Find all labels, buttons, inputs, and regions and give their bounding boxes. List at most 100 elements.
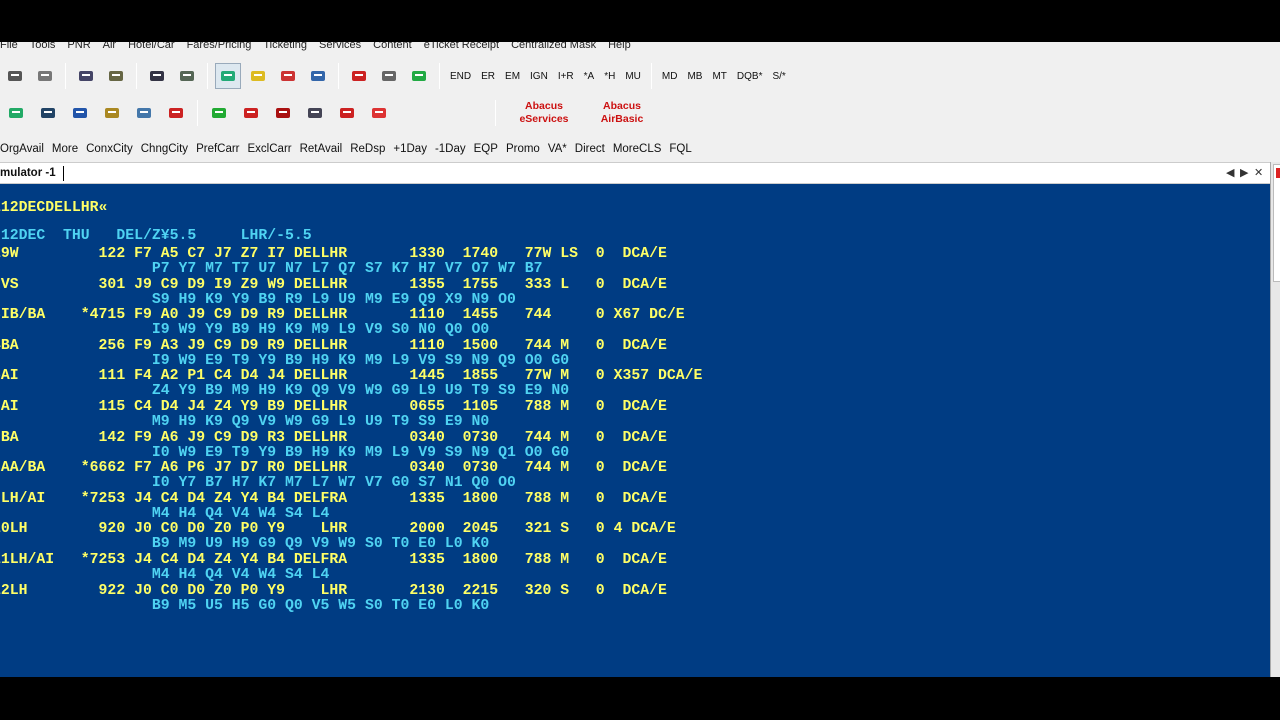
tab-prev-icon[interactable]: ◀ [1226, 166, 1234, 179]
quick-more[interactable]: More [48, 143, 82, 155]
tab-next-icon[interactable]: ▶ [1240, 166, 1248, 179]
puzzle-icon[interactable] [365, 99, 393, 127]
tab-close-icon[interactable]: ✕ [1254, 166, 1263, 179]
terminal-screen[interactable]: 112DECDELLHR« 12DEC THU DEL/Z¥5.5 LHR/-5… [0, 184, 1270, 677]
command-button[interactable]: IGN [525, 71, 553, 82]
flight-row: 19W 122 F7 A5 C7 J7 Z7 I7 DELLHR 1330 17… [0, 246, 667, 262]
command-button[interactable]: MU [620, 71, 646, 82]
link-line2: AirBasic [600, 113, 644, 125]
copy-icon[interactable] [73, 63, 99, 89]
terminal-icon[interactable] [34, 99, 62, 127]
menu-item[interactable]: Ticketing [257, 42, 313, 62]
command-button[interactable]: MT [707, 71, 731, 82]
quick--1day[interactable]: +1Day [389, 143, 431, 155]
toolbar-separator [439, 63, 440, 89]
command-button[interactable]: MD [657, 71, 683, 82]
flight-row: 5AI 111 F4 A2 P1 C4 D4 J4 DELLHR 1445 18… [0, 368, 703, 385]
flight-row: 12LH 922 J0 C0 D0 Z0 P0 Y9 LHR 2130 2215… [0, 582, 667, 599]
flight-row-classes: B9 M9 U9 H9 G9 Q9 V9 W9 S0 T0 E0 L0 K0 [0, 536, 490, 553]
command-button[interactable]: END [445, 71, 476, 82]
quick-va-[interactable]: VA* [544, 143, 571, 155]
command-button[interactable]: EM [500, 71, 525, 82]
menu-item[interactable]: Content [367, 42, 418, 62]
side-panel-close-icon[interactable] [1276, 168, 1280, 178]
quick-retavail[interactable]: RetAvail [296, 143, 347, 155]
quick-redsp[interactable]: ReDsp [346, 143, 389, 155]
flight-row: 3IB/BA *4715 F9 A0 J9 C9 D9 R9 DELLHR 11… [0, 307, 685, 324]
command-button[interactable]: *A [579, 71, 600, 82]
stamp-icon[interactable] [237, 99, 265, 127]
eraser-icon[interactable] [32, 63, 58, 89]
menu-item[interactable]: Fares/Pricing [181, 42, 258, 62]
abacus-airbasic-link[interactable]: Abacus AirBasic [585, 100, 659, 126]
sun-icon[interactable] [245, 63, 271, 89]
menu-item[interactable]: File [0, 42, 24, 62]
globe-user-icon[interactable] [215, 63, 241, 89]
folder-icon[interactable] [205, 99, 233, 127]
menu-item[interactable]: Help [602, 42, 637, 62]
command-button[interactable]: ER [476, 71, 500, 82]
flight-row-classes: B9 M5 U5 H5 G0 Q0 V5 W5 S0 T0 E0 L0 K0 [0, 597, 490, 614]
quick-orgavail[interactable]: OrgAvail [0, 143, 48, 155]
quick-morecls[interactable]: MoreCLS [609, 143, 666, 155]
flight-row: 4BA 256 F9 A3 J9 C9 D9 R9 DELLHR 1110 15… [0, 337, 667, 354]
hotel-icon[interactable] [275, 63, 301, 89]
car-icon[interactable] [305, 63, 331, 89]
menu-item[interactable]: Services [313, 42, 367, 62]
link-line2: eServices [519, 113, 569, 125]
abacus-eservices-link[interactable]: Abacus eServices [507, 100, 581, 126]
menu-item[interactable]: Tools [24, 42, 62, 62]
flight-row-classes: I9 W9 E9 T9 Y9 B9 H9 K9 M9 L9 V9 S9 N9 Q… [0, 352, 570, 369]
menu-item[interactable]: Hotel/Car [122, 42, 180, 62]
flight-row: 11LH/AI *7253 J4 C4 D4 Z4 Y4 B4 DELFRA 1… [0, 552, 667, 568]
flight-row-classes: M4 H4 Q4 V4 W4 S4 L4 [0, 505, 330, 522]
quick-direct[interactable]: Direct [571, 143, 609, 155]
quick-fql[interactable]: FQL [665, 143, 695, 155]
menu-item[interactable]: eTicket Receipt [418, 42, 505, 62]
command-button[interactable]: DQB* [732, 71, 768, 82]
top-letterbox [0, 0, 1280, 42]
side-panel-tab[interactable] [1273, 164, 1280, 282]
command-button[interactable]: *H [599, 71, 620, 82]
quick-conxcity[interactable]: ConxCity [82, 143, 137, 155]
command-button[interactable]: MB [682, 71, 707, 82]
quick-chngcity[interactable]: ChngCity [137, 143, 192, 155]
bottom-letterbox [0, 677, 1280, 720]
hotel-grid-icon[interactable] [98, 99, 126, 127]
flight-row-classes: I0 Y7 B7 H7 K7 M7 L7 W7 V7 G0 S7 N1 Q0 O… [0, 475, 516, 492]
flight-row-classes: S9 H9 K9 Y9 B9 R9 L9 U9 M9 E9 Q9 X9 N9 O… [0, 291, 516, 308]
eticket-icon[interactable] [301, 99, 329, 127]
menu-item[interactable]: Air [97, 42, 122, 62]
paste-icon[interactable] [103, 63, 129, 89]
print-icon[interactable] [2, 63, 28, 89]
train-icon[interactable] [333, 99, 361, 127]
quick-exclcarr[interactable]: ExclCarr [244, 143, 296, 155]
command-button[interactable]: S/* [767, 71, 790, 82]
quick--1day[interactable]: -1Day [431, 143, 470, 155]
quick-promo[interactable]: Promo [502, 143, 544, 155]
menu-item[interactable]: PNR [61, 42, 96, 62]
car-red-icon[interactable] [162, 99, 190, 127]
menu-bar: File Tools PNR Air Hotel/Car Fares/Pricing Tic… [0, 42, 1280, 62]
link-line1: Abacus [603, 100, 641, 112]
flight-row-classes: M9 H9 K9 Q9 V9 W9 G9 L9 U9 T9 S9 E9 N0 [0, 414, 490, 430]
document-icon[interactable] [144, 63, 170, 89]
key-icon[interactable] [376, 63, 402, 89]
secondary-toolbar: Abacus eServices Abacus AirBasic [0, 93, 1280, 133]
building-icon[interactable] [130, 99, 158, 127]
command-button[interactable]: I+R [553, 71, 579, 82]
availability-quickbar: OrgAvail More ConxCity ChngCity PrefCarr Excl… [0, 138, 1280, 160]
flight-row: 9LH/AI *7253 J4 C4 D4 Z4 Y4 B4 DELFRA 13… [0, 490, 667, 507]
airplane-icon[interactable] [66, 99, 94, 127]
quick-prefcarr[interactable]: PrefCarr [192, 143, 243, 155]
side-panel[interactable] [1270, 162, 1280, 677]
cancel-doc-icon[interactable] [346, 63, 372, 89]
quick-eqp[interactable]: EQP [470, 143, 502, 155]
form-icon[interactable] [174, 63, 200, 89]
flight-row-classes: I0 W9 E9 T9 Y9 B9 H9 K9 M9 L9 V9 S9 N9 Q… [0, 444, 570, 461]
list-icon[interactable] [2, 99, 30, 127]
printer-green-icon[interactable] [406, 63, 432, 89]
tab-emulator[interactable]: mulator -1 [0, 167, 56, 179]
person-money-icon[interactable] [269, 99, 297, 127]
menu-item[interactable]: Centralized Mask [505, 42, 602, 62]
